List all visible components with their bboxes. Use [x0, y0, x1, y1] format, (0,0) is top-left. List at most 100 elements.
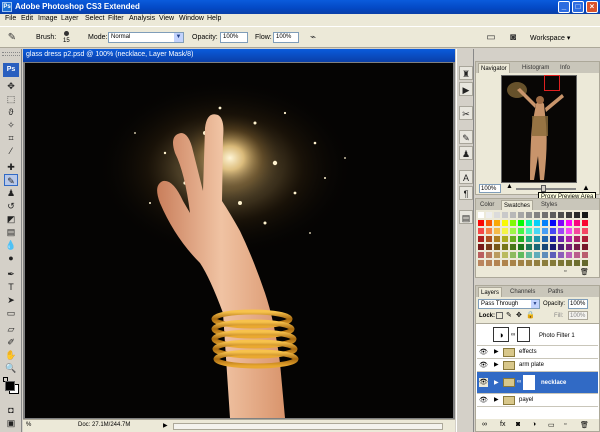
swatch-chip[interactable]	[542, 244, 548, 250]
zoom-in-icon[interactable]: ▲	[582, 183, 590, 192]
bridge-icon[interactable]: ▭	[484, 31, 498, 45]
swatch-chip[interactable]	[510, 260, 516, 266]
swatch-chip[interactable]	[582, 260, 588, 266]
swatch-chip[interactable]	[574, 236, 580, 242]
tool-presets-icon[interactable]: ✂	[459, 106, 473, 120]
workspace-menu[interactable]: Workspace ▾	[530, 34, 570, 42]
swatch-chip[interactable]	[526, 244, 532, 250]
magic-wand-tool-icon[interactable]: ✧	[4, 119, 18, 131]
eyedropper-tool-icon[interactable]: ✐	[4, 336, 18, 348]
maximize-button[interactable]: □	[572, 1, 584, 13]
swatch-chip[interactable]	[542, 220, 548, 226]
paragraph-icon[interactable]: ¶	[459, 186, 473, 200]
tab-layers[interactable]: Layers	[478, 287, 503, 297]
swatch-chip[interactable]	[510, 220, 516, 226]
character-icon[interactable]: A	[459, 170, 473, 184]
swatch-chip[interactable]	[478, 244, 484, 250]
swatch-chip[interactable]	[494, 228, 500, 234]
swatch-chip[interactable]	[502, 228, 508, 234]
history-icon[interactable]: ♜	[459, 66, 473, 80]
swatch-chip[interactable]	[486, 228, 492, 234]
zoom-out-icon[interactable]: ▲	[506, 183, 513, 190]
layer-comps-icon[interactable]: ▤	[459, 210, 473, 224]
swatch-chip[interactable]	[486, 212, 492, 218]
menu-filter[interactable]: Filter	[108, 15, 124, 22]
swatch-chip[interactable]	[494, 252, 500, 258]
lasso-tool-icon[interactable]: ϑ	[4, 106, 18, 118]
swatch-chip[interactable]	[510, 236, 516, 242]
swatch-chip[interactable]	[550, 252, 556, 258]
swatch-chip[interactable]	[534, 252, 540, 258]
lock-pixels-icon[interactable]: ✎	[506, 311, 512, 319]
swatch-chip[interactable]	[566, 212, 572, 218]
shape-tool-icon[interactable]: ▭	[4, 307, 18, 319]
swatch-chip[interactable]	[526, 220, 532, 226]
layer-visibility-off-icon[interactable]	[479, 330, 488, 339]
layer-row-arm-plate[interactable]: 👁 ▶ arm plate	[477, 359, 598, 372]
swatch-chip[interactable]	[534, 244, 540, 250]
swatch-chip[interactable]	[574, 220, 580, 226]
swatch-chip[interactable]	[550, 228, 556, 234]
swatch-chip[interactable]	[558, 236, 564, 242]
delete-swatch-icon[interactable]: 🗑	[580, 268, 589, 276]
eye-icon[interactable]: 👁	[479, 378, 488, 387]
swatch-chip[interactable]	[574, 212, 580, 218]
tab-styles[interactable]: Styles	[539, 200, 559, 210]
expand-triangle-icon[interactable]: ▶	[494, 348, 499, 355]
swatch-chip[interactable]	[534, 236, 540, 242]
swatch-chip[interactable]	[542, 228, 548, 234]
menu-image[interactable]: Image	[38, 15, 57, 22]
swatch-chip[interactable]	[574, 252, 580, 258]
tab-channels[interactable]: Channels	[508, 287, 537, 297]
layer-mask-thumbnail[interactable]	[523, 375, 535, 390]
swatch-chip[interactable]	[510, 212, 516, 218]
quick-mask-icon[interactable]: ◘	[4, 404, 18, 416]
zoom-level-field[interactable]: %	[26, 422, 31, 428]
swatch-chip[interactable]	[486, 244, 492, 250]
swatch-chip[interactable]	[502, 212, 508, 218]
add-mask-icon[interactable]: ◙	[516, 421, 520, 428]
actions-icon[interactable]: ▶	[459, 82, 473, 96]
tab-color[interactable]: Color	[478, 200, 496, 210]
type-tool-icon[interactable]: T	[4, 281, 18, 293]
swatch-chip[interactable]	[478, 220, 484, 226]
expand-triangle-icon[interactable]: ▶	[494, 379, 499, 386]
swatch-chip[interactable]	[574, 228, 580, 234]
toolbox-grip[interactable]	[2, 52, 20, 56]
document-title[interactable]: glass dress p2.psd @ 100% (necklace, Lay…	[23, 49, 455, 62]
swatch-chip[interactable]	[526, 228, 532, 234]
swatch-chip[interactable]	[510, 252, 516, 258]
marquee-tool-icon[interactable]: ⬚	[4, 93, 18, 105]
proxy-preview-area[interactable]	[544, 75, 560, 91]
swatch-chip[interactable]	[582, 228, 588, 234]
swatch-chip[interactable]	[494, 212, 500, 218]
opacity-field[interactable]: 100%	[220, 32, 248, 43]
swatch-chip[interactable]	[558, 244, 564, 250]
path-selection-icon[interactable]: ➤	[4, 294, 18, 306]
notes-tool-icon[interactable]: ▱	[4, 323, 18, 335]
swatch-chip[interactable]	[526, 252, 532, 258]
layer-style-icon[interactable]: fx	[500, 421, 505, 428]
swatch-chip[interactable]	[518, 228, 524, 234]
tab-swatches[interactable]: Swatches	[501, 200, 534, 210]
layer-fill-field[interactable]: 100%	[568, 311, 588, 320]
swatch-chip[interactable]	[478, 260, 484, 266]
swatch-chip[interactable]	[518, 236, 524, 242]
horizontal-scrollbar[interactable]	[173, 423, 443, 430]
swatch-chip[interactable]	[566, 252, 572, 258]
swatch-chip[interactable]	[542, 260, 548, 266]
link-layers-icon[interactable]: ∞	[482, 421, 487, 428]
close-button[interactable]: ×	[586, 1, 598, 13]
swatch-chip[interactable]	[558, 228, 564, 234]
layer-row-effects[interactable]: 👁 ▶ effects	[477, 346, 598, 359]
hand-tool-icon[interactable]: ✋	[4, 349, 18, 361]
swatch-chip[interactable]	[574, 244, 580, 250]
swatch-chip[interactable]	[526, 212, 532, 218]
new-group-icon[interactable]: ▭	[548, 421, 555, 429]
mode-select[interactable]: Normal ▼	[108, 32, 184, 43]
swatch-chip[interactable]	[478, 228, 484, 234]
swatch-chip[interactable]	[518, 244, 524, 250]
swatch-chip[interactable]	[550, 260, 556, 266]
healing-brush-icon[interactable]: ✚	[4, 161, 18, 173]
layer-row-necklace[interactable]: 👁 ▶ ∞ necklace	[477, 372, 598, 394]
